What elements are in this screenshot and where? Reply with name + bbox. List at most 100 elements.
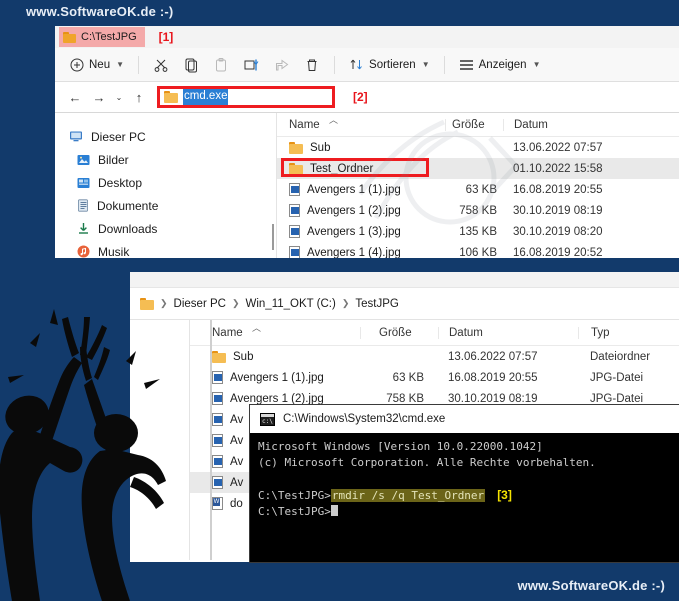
folder-icon bbox=[164, 91, 178, 103]
file-name: Avengers 1 (3).jpg bbox=[307, 225, 401, 238]
column-header-date[interactable]: Datum bbox=[503, 118, 613, 131]
cut-button[interactable] bbox=[146, 52, 176, 78]
back-button[interactable]: ← bbox=[63, 85, 87, 109]
table-row[interactable]: Sub 13.06.2022 07:57 Dateiordner bbox=[190, 346, 679, 367]
table-row[interactable]: Avengers 1 (3).jpg 135 KB 30.10.2019 08:… bbox=[277, 221, 679, 242]
file-list-1: Name ︿ Größe Datum Sub 13.06.2022 07:57 … bbox=[277, 113, 679, 258]
folder-icon bbox=[212, 350, 226, 363]
copy-button[interactable] bbox=[176, 52, 206, 78]
word-document-icon bbox=[212, 497, 223, 510]
cmd-current-prompt-line: C:\TestJPG> bbox=[258, 504, 671, 520]
table-row-test-ordner[interactable]: Test_Ordner 01.10.2022 15:58 bbox=[277, 158, 679, 179]
toolbar: Neu ▼ Sortieren ▼ Anzeigen ▼ bbox=[55, 48, 679, 82]
music-icon bbox=[77, 245, 90, 258]
sidebar-item-musik[interactable]: Musik bbox=[55, 240, 277, 258]
address-input-highlighted[interactable]: cmd.exe bbox=[157, 86, 335, 108]
jpg-file-icon bbox=[212, 371, 223, 384]
annotation-marker-2: [2] bbox=[353, 90, 368, 104]
column-header-name[interactable]: Name ︿ bbox=[277, 115, 445, 131]
sort-icon bbox=[349, 57, 364, 72]
delete-button[interactable] bbox=[297, 52, 327, 78]
sidebar-item-bilder[interactable]: Bilder bbox=[55, 148, 277, 171]
jpg-file-icon bbox=[212, 455, 223, 468]
file-size: 135 KB bbox=[459, 225, 497, 238]
share-icon bbox=[274, 57, 290, 73]
recent-locations-button[interactable]: ⌄ bbox=[111, 85, 127, 109]
breadcrumb-item-drive[interactable]: Win_11_OKT (C:) bbox=[246, 298, 336, 310]
rename-button[interactable] bbox=[236, 52, 267, 78]
table-row[interactable]: Avengers 1 (4).jpg 106 KB 16.08.2019 20:… bbox=[277, 242, 679, 258]
cmd-output-area[interactable]: Microsoft Windows [Version 10.0.22000.10… bbox=[250, 433, 679, 562]
sort-ascending-icon: ︿ bbox=[329, 114, 339, 125]
explorer-1-body: Dieser PC Bilder Desktop Dokumente Downl… bbox=[55, 113, 679, 258]
table-row[interactable]: Avengers 1 (1).jpg 63 KB 16.08.2019 20:5… bbox=[190, 367, 679, 388]
trash-icon bbox=[304, 57, 320, 73]
copy-icon bbox=[183, 57, 199, 73]
paste-button[interactable] bbox=[206, 52, 236, 78]
column-header-name[interactable]: Name ︿ bbox=[190, 323, 360, 339]
file-date: 30.10.2019 08:20 bbox=[513, 225, 603, 238]
sidebar-item-dokumente[interactable]: Dokumente bbox=[55, 194, 277, 217]
scrollbar-thumb[interactable] bbox=[272, 224, 274, 250]
jpg-file-icon bbox=[212, 476, 223, 489]
jpg-file-icon bbox=[212, 434, 223, 447]
column-header-date[interactable]: Datum bbox=[438, 326, 578, 339]
cmd-titlebar[interactable]: C:\Windows\System32\cmd.exe bbox=[250, 405, 679, 433]
sidebar-item-downloads[interactable]: Downloads bbox=[55, 217, 277, 240]
file-type: JPG-Datei bbox=[590, 392, 644, 405]
plus-circle-icon bbox=[70, 58, 84, 72]
cmd-command-text: rmdir /s /q Test_Ordner bbox=[330, 489, 486, 502]
sidebar-label: Downloads bbox=[98, 221, 158, 236]
address-input-value: cmd.exe bbox=[183, 89, 229, 105]
column-header-size[interactable]: Größe bbox=[360, 326, 438, 339]
address-bar: ← → ⌄ ↑ cmd.exe [2] bbox=[55, 82, 679, 113]
table-row[interactable]: Sub 13.06.2022 07:57 bbox=[277, 137, 679, 158]
jpg-file-icon bbox=[289, 225, 300, 238]
column-header-type[interactable]: Typ bbox=[578, 326, 668, 339]
window-2-titlebar bbox=[130, 272, 679, 288]
jpg-file-icon bbox=[289, 246, 300, 258]
view-button[interactable]: Anzeigen ▼ bbox=[452, 52, 548, 78]
file-size: 63 KB bbox=[392, 371, 424, 384]
chevron-down-icon: ▼ bbox=[421, 60, 430, 69]
tab-testjpg[interactable]: C:\TestJPG bbox=[59, 27, 145, 47]
up-button[interactable]: ↑ bbox=[127, 85, 151, 109]
hamburger-icon bbox=[459, 58, 474, 72]
table-row[interactable]: Avengers 1 (1).jpg 63 KB 16.08.2019 20:5… bbox=[277, 179, 679, 200]
sidebar-item-dieser-pc[interactable]: Dieser PC bbox=[55, 125, 277, 148]
file-type: Dateiordner bbox=[590, 350, 651, 363]
sidebar-item-desktop[interactable]: Desktop bbox=[55, 171, 277, 194]
folder-icon bbox=[63, 31, 76, 43]
downloads-icon bbox=[77, 222, 90, 235]
file-name: Av bbox=[230, 434, 244, 447]
breadcrumb-item-dieser-pc[interactable]: Dieser PC bbox=[174, 298, 226, 310]
breadcrumb[interactable]: ❯ Dieser PC ❯ Win_11_OKT (C:) ❯ TestJPG bbox=[140, 292, 399, 316]
sort-button[interactable]: Sortieren ▼ bbox=[342, 52, 437, 78]
folder-icon bbox=[289, 141, 303, 154]
new-button[interactable]: Neu ▼ bbox=[63, 52, 131, 78]
watermark-top: www.SoftwareOK.de :-) bbox=[26, 4, 174, 19]
table-row[interactable]: Avengers 1 (2).jpg 758 KB 30.10.2019 08:… bbox=[277, 200, 679, 221]
column-headers: Name ︿ Größe Datum bbox=[277, 113, 679, 137]
share-button[interactable] bbox=[267, 52, 297, 78]
file-date: 13.06.2022 07:57 bbox=[448, 350, 538, 363]
cmd-command-line: C:\TestJPG>rmdir /s /q Test_Ordner [3] bbox=[258, 487, 671, 504]
file-size: 758 KB bbox=[459, 204, 497, 217]
watermark-bottom: www.SoftwareOK.de :-) bbox=[517, 578, 665, 593]
column-header-size[interactable]: Größe bbox=[445, 118, 503, 131]
file-date: 30.10.2019 08:19 bbox=[513, 204, 603, 217]
forward-button[interactable]: → bbox=[87, 85, 111, 109]
sidebar-label: Musik bbox=[98, 244, 130, 259]
jpg-file-icon bbox=[289, 183, 300, 196]
column-headers-2: Name ︿ Größe Datum Typ bbox=[190, 320, 679, 346]
cmd-copyright-line: (c) Microsoft Corporation. Alle Rechte v… bbox=[258, 456, 596, 469]
cmd-prompt: C:\TestJPG> bbox=[258, 489, 331, 502]
folder-icon bbox=[289, 162, 303, 175]
file-size: 106 KB bbox=[459, 246, 497, 259]
file-date: 13.06.2022 07:57 bbox=[513, 141, 603, 154]
cmd-title-text: C:\Windows\System32\cmd.exe bbox=[283, 413, 446, 425]
file-name: Sub bbox=[310, 141, 331, 154]
file-date: 16.08.2019 20:55 bbox=[448, 371, 538, 384]
breadcrumb-item-testjpg[interactable]: TestJPG bbox=[355, 298, 398, 310]
navigation-pane-2 bbox=[130, 320, 190, 560]
